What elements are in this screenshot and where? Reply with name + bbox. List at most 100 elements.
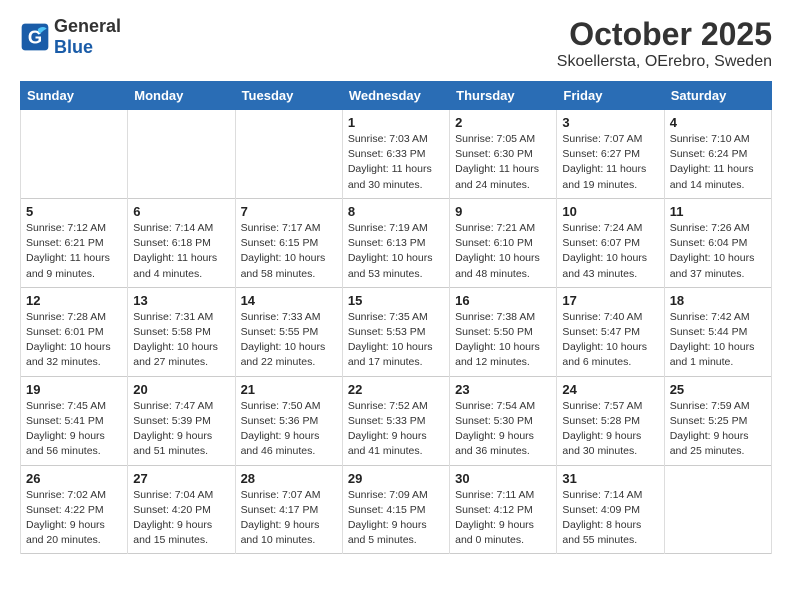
calendar-cell: 12Sunrise: 7:28 AM Sunset: 6:01 PM Dayli… — [21, 287, 128, 376]
day-info: Sunrise: 7:59 AM Sunset: 5:25 PM Dayligh… — [670, 399, 766, 460]
day-info: Sunrise: 7:02 AM Sunset: 4:22 PM Dayligh… — [26, 488, 122, 549]
calendar-container: G General Blue October 2025 Skoellersta,… — [0, 0, 792, 564]
day-info: Sunrise: 7:33 AM Sunset: 5:55 PM Dayligh… — [241, 310, 337, 371]
day-number: 5 — [26, 204, 122, 219]
day-info: Sunrise: 7:31 AM Sunset: 5:58 PM Dayligh… — [133, 310, 229, 371]
weekday-header-saturday: Saturday — [664, 82, 771, 110]
day-number: 20 — [133, 382, 229, 397]
calendar-cell: 10 Sunrise: 7:24 AM Sunset: 6:07 PM Dayli… — [557, 198, 664, 287]
logo: G General Blue — [20, 16, 121, 58]
day-info: Sunrise: 7:40 AM Sunset: 5:47 PM Dayligh… — [562, 310, 658, 371]
day-number: 15 — [348, 293, 444, 308]
calendar-cell: 21 Sunrise: 7:50 AM Sunset: 5:36 PM Dayli… — [235, 376, 342, 465]
day-number: 2 — [455, 115, 551, 130]
day-number: 3 — [562, 115, 658, 130]
calendar-cell — [235, 110, 342, 199]
day-info: Sunrise: 7:50 AM Sunset: 5:36 PM Dayligh… — [241, 399, 337, 460]
day-info: Sunrise: 7:04 AM Sunset: 4:20 PM Dayligh… — [133, 488, 229, 549]
day-info: Sunrise: 7:03 AM Sunset: 6:33 PM Dayligh… — [348, 132, 444, 193]
day-number: 11 — [670, 204, 766, 219]
day-number: 22 — [348, 382, 444, 397]
day-info: Sunrise: 7:52 AM Sunset: 5:33 PM Dayligh… — [348, 399, 444, 460]
weekday-header-thursday: Thursday — [450, 82, 557, 110]
day-info: Sunrise: 7:11 AM Sunset: 4:12 PM Dayligh… — [455, 488, 551, 549]
calendar-cell — [664, 465, 771, 554]
calendar-cell: 31 Sunrise: 7:14 AM Sunset: 4:09 PM Dayli… — [557, 465, 664, 554]
day-number: 1 — [348, 115, 444, 130]
calendar-cell: 16 Sunrise: 7:38 AM Sunset: 5:50 PM Dayli… — [450, 287, 557, 376]
day-number: 4 — [670, 115, 766, 130]
day-info: Sunrise: 7:14 AM Sunset: 4:09 PM Dayligh… — [562, 488, 658, 549]
week-row-4: 19 Sunrise: 7:45 AM Sunset: 5:41 PM Dayli… — [21, 376, 772, 465]
day-info: Sunrise: 7:45 AM Sunset: 5:41 PM Dayligh… — [26, 399, 122, 460]
calendar-cell: 22 Sunrise: 7:52 AM Sunset: 5:33 PM Dayli… — [342, 376, 449, 465]
calendar-cell: 7Sunrise: 7:17 AM Sunset: 6:15 PM Daylig… — [235, 198, 342, 287]
day-number: 31 — [562, 471, 658, 486]
day-info: Sunrise: 7:14 AM Sunset: 6:18 PM Dayligh… — [133, 221, 229, 282]
day-info: Sunrise: 7:28 AM Sunset: 6:01 PM Dayligh… — [26, 310, 122, 371]
calendar-header: SundayMondayTuesdayWednesdayThursdayFrid… — [21, 82, 772, 110]
calendar-cell: 28Sunrise: 7:07 AM Sunset: 4:17 PM Dayli… — [235, 465, 342, 554]
month-title: October 2025 — [557, 16, 772, 53]
calendar-cell: 1 Sunrise: 7:03 AM Sunset: 6:33 PM Daylig… — [342, 110, 449, 199]
day-info: Sunrise: 7:21 AM Sunset: 6:10 PM Dayligh… — [455, 221, 551, 282]
day-number: 21 — [241, 382, 337, 397]
calendar-cell: 17Sunrise: 7:40 AM Sunset: 5:47 PM Dayli… — [557, 287, 664, 376]
day-info: Sunrise: 7:24 AM Sunset: 6:07 PM Dayligh… — [562, 221, 658, 282]
week-row-3: 12Sunrise: 7:28 AM Sunset: 6:01 PM Dayli… — [21, 287, 772, 376]
header-area: G General Blue October 2025 Skoellersta,… — [20, 16, 772, 71]
day-info: Sunrise: 7:10 AM Sunset: 6:24 PM Dayligh… — [670, 132, 766, 193]
day-info: Sunrise: 7:57 AM Sunset: 5:28 PM Dayligh… — [562, 399, 658, 460]
day-number: 6 — [133, 204, 229, 219]
day-number: 27 — [133, 471, 229, 486]
day-number: 30 — [455, 471, 551, 486]
day-number: 9 — [455, 204, 551, 219]
day-number: 13 — [133, 293, 229, 308]
calendar-cell: 15 Sunrise: 7:35 AM Sunset: 5:53 PM Dayli… — [342, 287, 449, 376]
day-number: 10 — [562, 204, 658, 219]
weekday-header-friday: Friday — [557, 82, 664, 110]
title-area: October 2025 Skoellersta, OErebro, Swede… — [557, 16, 772, 71]
calendar-cell: 29Sunrise: 7:09 AM Sunset: 4:15 PM Dayli… — [342, 465, 449, 554]
logo-blue: Blue — [54, 37, 93, 57]
day-info: Sunrise: 7:38 AM Sunset: 5:50 PM Dayligh… — [455, 310, 551, 371]
day-info: Sunrise: 7:54 AM Sunset: 5:30 PM Dayligh… — [455, 399, 551, 460]
weekday-header-row: SundayMondayTuesdayWednesdayThursdayFrid… — [21, 82, 772, 110]
calendar-table: SundayMondayTuesdayWednesdayThursdayFrid… — [20, 81, 772, 554]
calendar-cell: 19 Sunrise: 7:45 AM Sunset: 5:41 PM Dayli… — [21, 376, 128, 465]
calendar-cell: 23 Sunrise: 7:54 AM Sunset: 5:30 PM Dayli… — [450, 376, 557, 465]
day-info: Sunrise: 7:47 AM Sunset: 5:39 PM Dayligh… — [133, 399, 229, 460]
calendar-cell: 25Sunrise: 7:59 AM Sunset: 5:25 PM Dayli… — [664, 376, 771, 465]
week-row-1: 1 Sunrise: 7:03 AM Sunset: 6:33 PM Daylig… — [21, 110, 772, 199]
day-number: 8 — [348, 204, 444, 219]
day-number: 16 — [455, 293, 551, 308]
calendar-cell: 2 Sunrise: 7:05 AM Sunset: 6:30 PM Daylig… — [450, 110, 557, 199]
day-number: 7 — [241, 204, 337, 219]
weekday-header-monday: Monday — [128, 82, 235, 110]
calendar-cell: 4 Sunrise: 7:10 AM Sunset: 6:24 PM Daylig… — [664, 110, 771, 199]
weekday-header-tuesday: Tuesday — [235, 82, 342, 110]
calendar-cell: 24 Sunrise: 7:57 AM Sunset: 5:28 PM Dayli… — [557, 376, 664, 465]
calendar-cell: 6 Sunrise: 7:14 AM Sunset: 6:18 PM Daylig… — [128, 198, 235, 287]
logo-general: General — [54, 16, 121, 36]
calendar-cell: 8 Sunrise: 7:19 AM Sunset: 6:13 PM Daylig… — [342, 198, 449, 287]
calendar-cell: 14 Sunrise: 7:33 AM Sunset: 5:55 PM Dayli… — [235, 287, 342, 376]
calendar-cell: 13 Sunrise: 7:31 AM Sunset: 5:58 PM Dayli… — [128, 287, 235, 376]
logo-icon: G — [20, 22, 50, 52]
calendar-cell — [128, 110, 235, 199]
calendar-cell: 27 Sunrise: 7:04 AM Sunset: 4:20 PM Dayli… — [128, 465, 235, 554]
day-info: Sunrise: 7:09 AM Sunset: 4:15 PM Dayligh… — [348, 488, 444, 549]
day-info: Sunrise: 7:05 AM Sunset: 6:30 PM Dayligh… — [455, 132, 551, 193]
day-number: 14 — [241, 293, 337, 308]
day-info: Sunrise: 7:35 AM Sunset: 5:53 PM Dayligh… — [348, 310, 444, 371]
day-info: Sunrise: 7:07 AM Sunset: 6:27 PM Dayligh… — [562, 132, 658, 193]
day-number: 26 — [26, 471, 122, 486]
day-number: 19 — [26, 382, 122, 397]
day-info: Sunrise: 7:19 AM Sunset: 6:13 PM Dayligh… — [348, 221, 444, 282]
weekday-header-sunday: Sunday — [21, 82, 128, 110]
week-row-5: 26 Sunrise: 7:02 AM Sunset: 4:22 PM Dayli… — [21, 465, 772, 554]
day-number: 24 — [562, 382, 658, 397]
day-number: 23 — [455, 382, 551, 397]
day-info: Sunrise: 7:12 AM Sunset: 6:21 PM Dayligh… — [26, 221, 122, 282]
calendar-cell — [21, 110, 128, 199]
